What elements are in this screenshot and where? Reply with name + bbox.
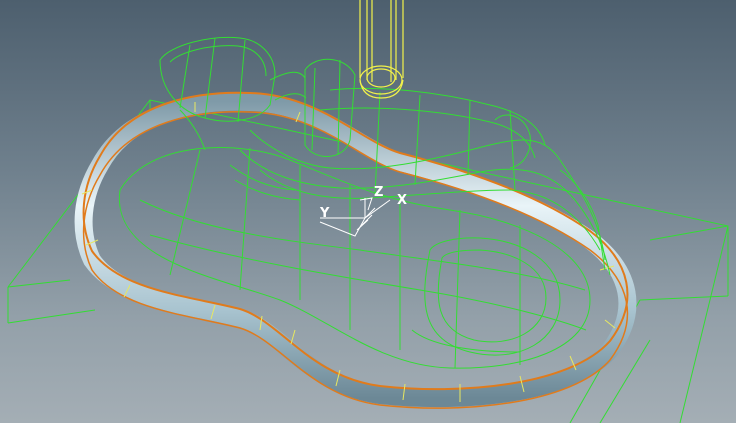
triad-z-label: Z [374, 185, 383, 200]
triad-x-label: X [397, 193, 407, 208]
ball-end-mill-tool [359, 0, 404, 99]
cad-3d-viewport[interactable]: X Y Z [0, 0, 736, 423]
coordinate-triad [319, 197, 391, 237]
cam-toolpath-scene[interactable]: X Y Z [0, 0, 736, 423]
triad-y-label: Y [319, 206, 330, 221]
part-rim-surface [74, 91, 637, 409]
rim-iso-lines [81, 102, 616, 402]
